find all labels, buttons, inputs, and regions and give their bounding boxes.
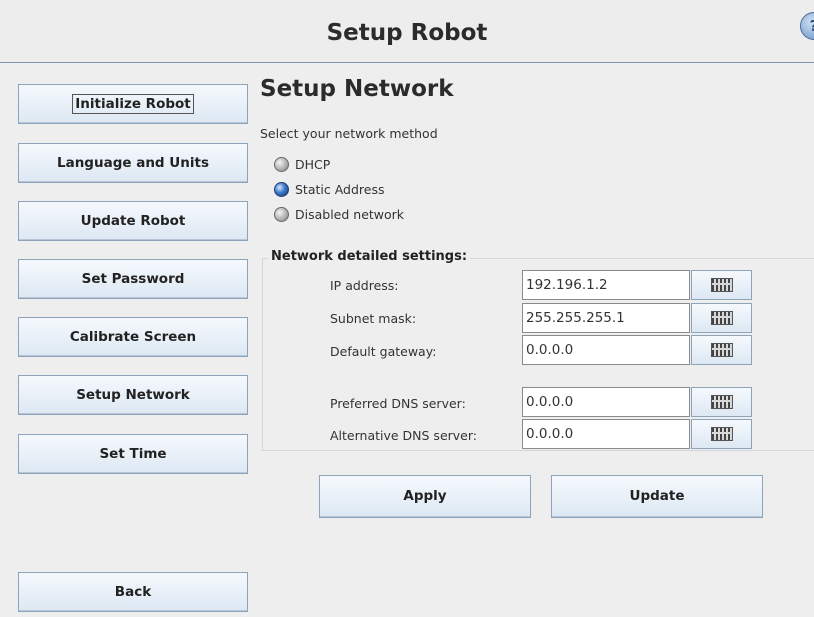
preferred-dns-field[interactable]: 0.0.0.0 <box>522 387 690 417</box>
keyboard-icon <box>711 311 733 325</box>
radio-static-address[interactable]: Static Address <box>274 180 385 198</box>
sidebar-item-setup-network[interactable]: Setup Network <box>18 375 248 415</box>
default-gateway-label: Default gateway: <box>330 344 437 359</box>
sidebar-item-set-time[interactable]: Set Time <box>18 434 248 474</box>
apply-button-label: Apply <box>403 488 447 504</box>
page-title: Setup Network <box>260 76 454 102</box>
radio-label: DHCP <box>295 156 331 172</box>
header-bar: Setup Robot ? <box>0 0 814 63</box>
sidebar-item-language-and-units[interactable]: Language and Units <box>18 143 248 183</box>
sidebar-item-label: Set Password <box>81 271 185 287</box>
sidebar-item-label: Initialize Robot <box>72 94 194 114</box>
sidebar-item-label: Setup Network <box>76 387 190 403</box>
radio-unselected-icon[interactable] <box>274 206 289 222</box>
page-header-title: Setup Robot <box>326 20 488 46</box>
keyboard-icon <box>711 278 733 292</box>
sidebar-item-label: Calibrate Screen <box>69 329 197 345</box>
sidebar-item-initialize-robot[interactable]: Initialize Robot <box>18 84 248 124</box>
default-gateway-keyboard-button[interactable] <box>691 335 752 365</box>
radio-dhcp[interactable]: DHCP <box>274 155 330 173</box>
keyboard-icon <box>711 427 733 441</box>
ip-address-keyboard-button[interactable] <box>691 270 752 300</box>
alternative-dns-label: Alternative DNS server: <box>330 428 477 443</box>
sidebar-item-calibrate-screen[interactable]: Calibrate Screen <box>18 317 248 357</box>
ip-address-field[interactable]: 192.196.1.2 <box>522 270 690 300</box>
back-button-label: Back <box>114 584 152 600</box>
back-button[interactable]: Back <box>18 572 248 612</box>
sidebar-item-set-password[interactable]: Set Password <box>18 259 248 299</box>
default-gateway-field[interactable]: 0.0.0.0 <box>522 335 690 365</box>
subnet-mask-field[interactable]: 255.255.255.1 <box>522 303 690 333</box>
update-button-label: Update <box>629 488 685 504</box>
keyboard-icon <box>711 395 733 409</box>
sidebar-item-update-robot[interactable]: Update Robot <box>18 201 248 241</box>
sidebar-item-label: Update Robot <box>80 213 186 229</box>
subnet-mask-keyboard-button[interactable] <box>691 303 752 333</box>
radio-disabled-network[interactable]: Disabled network <box>274 205 404 223</box>
preferred-dns-keyboard-button[interactable] <box>691 387 752 417</box>
alternative-dns-field[interactable]: 0.0.0.0 <box>522 419 690 449</box>
preferred-dns-label: Preferred DNS server: <box>330 396 466 411</box>
keyboard-icon <box>711 343 733 357</box>
network-settings-legend: Network detailed settings: <box>268 249 471 264</box>
radio-label: Static Address <box>295 181 385 197</box>
subnet-mask-label: Subnet mask: <box>330 311 417 326</box>
radio-unselected-icon[interactable] <box>274 156 289 172</box>
ip-address-label: IP address: <box>330 278 399 293</box>
radio-label: Disabled network <box>295 206 405 222</box>
sidebar-item-label: Language and Units <box>56 155 209 171</box>
update-button[interactable]: Update <box>551 475 763 518</box>
radio-selected-icon[interactable] <box>274 181 289 197</box>
alternative-dns-keyboard-button[interactable] <box>691 419 752 449</box>
sidebar-item-label: Set Time <box>99 446 167 462</box>
apply-button[interactable]: Apply <box>319 475 531 518</box>
network-method-label: Select your network method <box>260 126 438 141</box>
